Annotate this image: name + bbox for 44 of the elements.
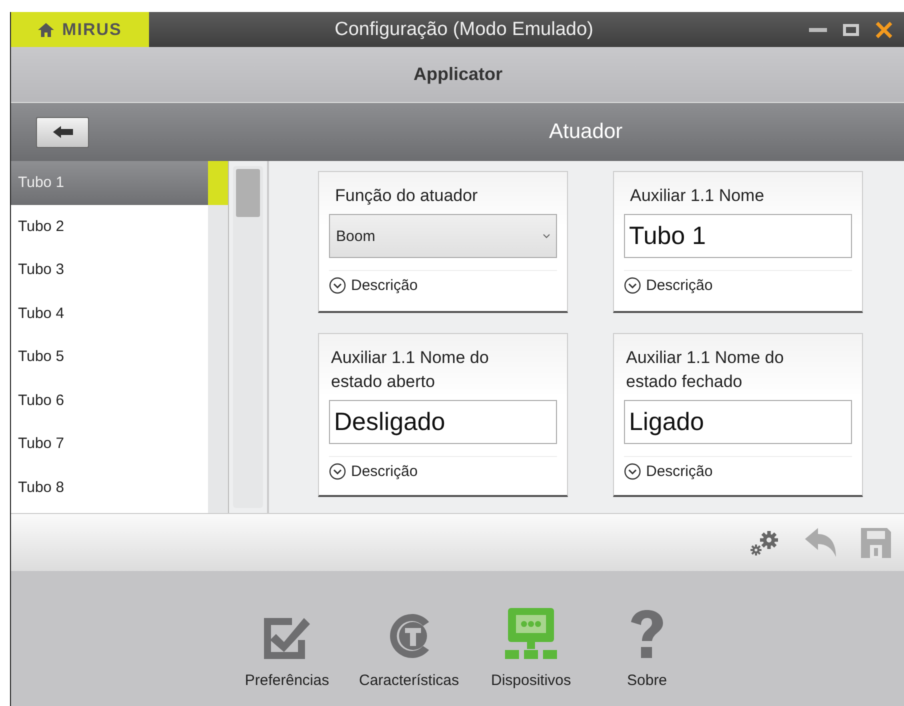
chevron-down-icon[interactable] — [624, 277, 641, 294]
sidebar-item[interactable]: Tubo 5 — [11, 335, 208, 378]
description-link[interactable]: Descrição — [646, 463, 713, 480]
field-label: Função do atuador — [334, 185, 479, 207]
field-label: Auxiliar 1.1 Nome do estado fechado — [625, 347, 785, 393]
field-label: Auxiliar 1.1 Nome do estado aberto — [330, 347, 490, 393]
input-field[interactable]: Tubo 1 — [624, 214, 852, 258]
app-logo[interactable]: MIRUS — [11, 12, 149, 47]
scrollbar[interactable] — [233, 166, 263, 508]
sidebar-item[interactable]: Tubo 3 — [11, 248, 208, 292]
home-icon — [38, 22, 54, 36]
description-link[interactable]: Descrição — [351, 463, 418, 480]
sidebar-item[interactable]: Tubo 7 — [11, 422, 208, 466]
sidebar-item[interactable]: Tubo 1 — [11, 161, 228, 204]
chevron-down-icon[interactable] — [624, 463, 641, 480]
page-title: Applicator — [413, 64, 502, 85]
minimize-icon[interactable] — [809, 26, 827, 32]
field-label: Auxiliar 1.1 Nome — [629, 185, 766, 207]
section-title: Atuador — [549, 120, 623, 144]
nav-tab[interactable]: Dispositivos — [487, 605, 576, 689]
window-title: Configuração (Modo Emulado) — [334, 18, 594, 40]
input-field[interactable]: Desligado — [329, 400, 557, 444]
arrow-left-icon — [52, 126, 72, 138]
dropdown[interactable]: Boom — [329, 214, 557, 258]
sidebar-item[interactable]: Tubo 6 — [11, 378, 208, 422]
close-icon[interactable] — [875, 20, 893, 38]
description-link[interactable]: Descrição — [646, 277, 713, 294]
sidebar-item[interactable]: Tubo 8 — [11, 466, 208, 509]
nav-tab[interactable]: Preferências — [242, 605, 331, 689]
gears-icon[interactable] — [749, 528, 781, 556]
sidebar-item[interactable]: Tubo 4 — [11, 292, 208, 335]
help-icon — [629, 610, 666, 660]
back-button[interactable] — [36, 116, 89, 148]
input-field[interactable]: Ligado — [624, 400, 852, 444]
nav-tab[interactable]: Características — [358, 605, 460, 689]
nav-tab[interactable]: Sobre — [603, 605, 692, 689]
chevron-down-icon — [543, 234, 550, 238]
scrollbar-thumb[interactable] — [236, 169, 260, 217]
maximize-icon[interactable] — [843, 24, 859, 36]
chevron-down-icon[interactable] — [329, 463, 346, 480]
description-link[interactable]: Descrição — [351, 277, 418, 294]
chevron-down-icon[interactable] — [329, 277, 346, 294]
network-device-icon — [505, 608, 558, 660]
sidebar-item[interactable]: Tubo 2 — [11, 204, 208, 248]
